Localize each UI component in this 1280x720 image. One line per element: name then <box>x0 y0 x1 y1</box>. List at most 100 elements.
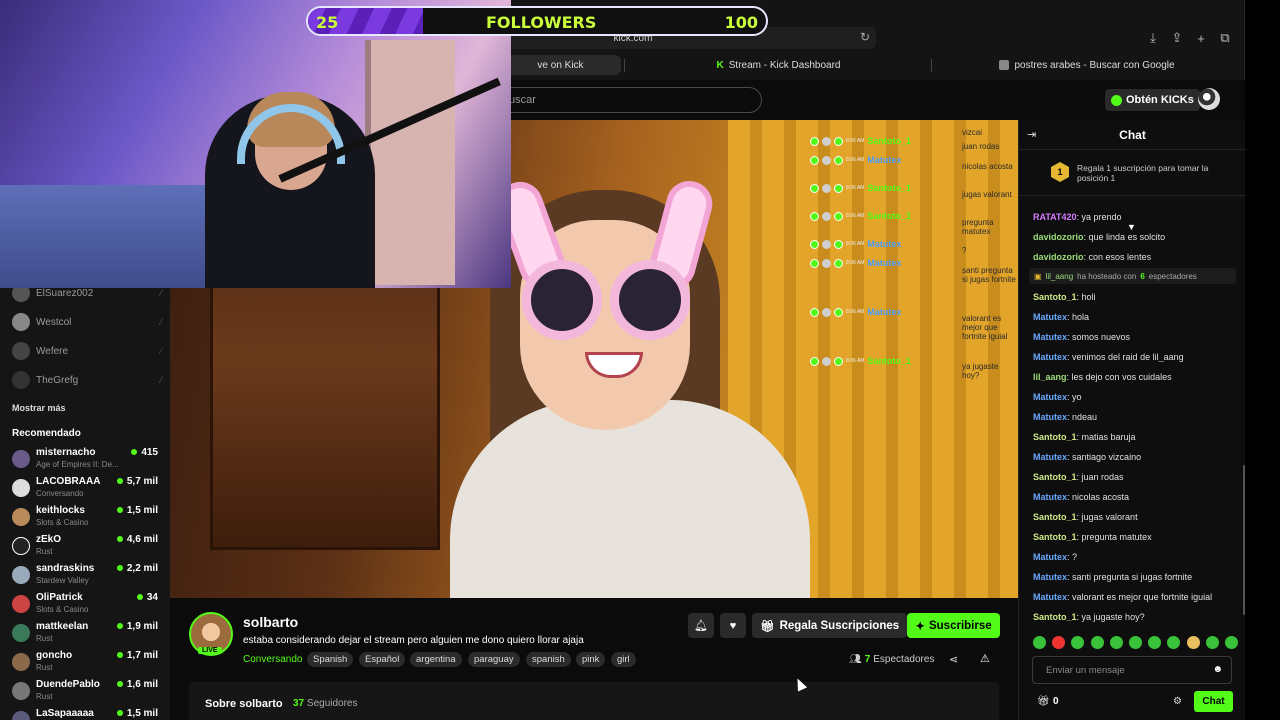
gift-subs-button[interactable]: 🎁︎ Regala Suscripciones <box>752 613 908 638</box>
stream-tag[interactable]: paraguay <box>468 652 520 667</box>
avatar <box>12 595 30 613</box>
chat-username[interactable]: Matutex <box>1033 352 1067 362</box>
emoji-icon[interactable]: ☻ <box>1212 664 1223 675</box>
emote-icon[interactable] <box>1052 636 1066 649</box>
viewer-count-label: Espectadores <box>873 654 935 665</box>
emote-icon[interactable] <box>1128 636 1142 649</box>
chat-username[interactable]: Matutex <box>1033 552 1067 562</box>
viewer-count-value: 2,2 mil <box>126 563 158 574</box>
badge-icon <box>810 239 819 249</box>
reload-icon[interactable]: ↻ <box>860 30 870 44</box>
user-avatar[interactable] <box>1198 88 1220 110</box>
gift-box-icon[interactable]: 🎁︎ <box>1037 696 1050 707</box>
tab-kick-dashboard[interactable]: K Stream - Kick Dashboard <box>627 55 930 75</box>
chat-username[interactable]: davidozorio <box>1033 232 1084 242</box>
sidebar-recommended-item[interactable]: mattkeelan Rust 1,9 mil <box>12 621 162 647</box>
chat-username[interactable]: Matutex <box>1033 452 1067 462</box>
viewer-count: 1,9 mil <box>116 621 158 632</box>
overlay-chat-message: ? <box>962 246 967 255</box>
avatar <box>822 183 831 193</box>
emote-icon[interactable] <box>1224 636 1238 649</box>
stream-tag[interactable]: argentina <box>410 652 462 667</box>
viewer-count-value: 7 <box>864 654 871 665</box>
emote-icon[interactable] <box>1186 636 1200 649</box>
emote-icon[interactable] <box>1205 636 1219 649</box>
tab-overview-icon[interactable]: ⧉ <box>1215 28 1235 48</box>
emote-icon[interactable] <box>1033 636 1046 649</box>
chat-username[interactable]: Matutex <box>1033 332 1067 342</box>
chat-message: Matutex: santi pregunta si jugas fortnit… <box>1033 572 1238 582</box>
tab-label: postres arabes - Buscar con Google <box>1014 59 1175 71</box>
chat-username[interactable]: Matutex <box>1033 392 1067 402</box>
chat-header: ⇥ Chat <box>1019 120 1246 150</box>
viewer-count-value: 1,9 mil <box>126 621 158 632</box>
chat-username[interactable]: Matutex <box>1033 592 1067 602</box>
chat-username[interactable]: Santoto_1 <box>1033 292 1077 302</box>
chat-input[interactable]: Enviar un mensaje ☻ <box>1032 656 1232 684</box>
channel-name: zEkO <box>36 534 62 545</box>
overlay-chat-row: 8:05 AM Santoto_1 <box>810 135 940 147</box>
chat-username[interactable]: Santoto_1 <box>1033 472 1077 482</box>
followers-count: 37 Seguidores <box>293 698 358 709</box>
emote-icon[interactable] <box>1071 636 1085 649</box>
stream-tag[interactable]: girl <box>611 652 636 667</box>
gear-icon[interactable]: ⚙ <box>1173 696 1182 707</box>
chat-username[interactable]: Santoto_1 <box>1033 512 1077 522</box>
sidebar-following-item[interactable]: Wefere ⁄ <box>12 341 162 361</box>
get-kicks-button[interactable]: Obtén KICKs <box>1105 89 1200 111</box>
sidebar-recommended-item[interactable]: sandraskins Stardew Valley 2,2 mil <box>12 563 162 589</box>
chat-username[interactable]: Matutex <box>1033 312 1067 322</box>
sidebar-recommended-item[interactable]: LaSapaaaaa 1,5 mil <box>12 708 162 720</box>
stream-tag[interactable]: Español <box>359 652 406 667</box>
sidebar-recommended-item[interactable]: keithlocks Slots & Casino 1,5 mil <box>12 505 162 531</box>
chat-username[interactable]: davidozorio <box>1033 252 1084 262</box>
chat-send-button[interactable]: Chat <box>1194 691 1233 712</box>
get-kicks-label: Obtén KICKs <box>1126 94 1194 106</box>
sidebar-following-item[interactable]: Westcol ⁄ <box>12 312 162 332</box>
sidebar-following-item[interactable]: TheGrefg ⁄ <box>12 370 162 390</box>
stream-tag[interactable]: Spanish <box>307 652 354 667</box>
chat-username[interactable]: Santoto_1 <box>1033 532 1077 542</box>
chat-username[interactable]: Santoto_1 <box>1033 612 1077 622</box>
sidebar-recommended-item[interactable]: goncho Rust 1,7 mil <box>12 650 162 676</box>
video-streamer-body <box>450 400 810 598</box>
sidebar-recommended-item[interactable]: LACOBRAAA Conversando 5,7 mil <box>12 476 162 502</box>
search-input[interactable]: uscar <box>480 87 762 113</box>
streamer-name[interactable]: solbarto <box>243 614 298 630</box>
emote-icon[interactable] <box>1109 636 1123 649</box>
tab-google-search[interactable]: postres arabes - Buscar con Google <box>934 55 1240 75</box>
pinned-icon[interactable]: ▼ <box>1127 222 1136 232</box>
emote-icon[interactable] <box>1148 636 1162 649</box>
subscribe-button[interactable]: ✦ Suscribirse <box>907 613 1000 638</box>
stream-tag[interactable]: pink <box>576 652 606 667</box>
emote-icon[interactable] <box>1167 636 1181 649</box>
video-overlay-chat: 8:05 AM Santoto_1 8:06 AM Matutex 8:06 A… <box>810 128 1018 388</box>
sidebar-recommended-item[interactable]: zEkO Rust 4,6 mil <box>12 534 162 560</box>
report-icon[interactable]: ⚠ <box>980 652 990 665</box>
chat-username[interactable]: Matutex <box>1033 492 1067 502</box>
sidebar-recommended-item[interactable]: misternacho Age of Empires II: De... 415 <box>12 447 162 473</box>
gift-leaderboard-promo[interactable]: 1 Regala 1 suscripción para tomar la pos… <box>1019 150 1246 232</box>
sunglasses-left-lens <box>522 260 602 340</box>
viewer-count: 2,2 mil <box>116 563 158 574</box>
chat-username[interactable]: Matutex <box>1033 572 1067 582</box>
sidebar-recommended-item[interactable]: DuendePablo Rust 1,6 mil <box>12 679 162 705</box>
new-tab-icon[interactable]: + <box>1191 28 1211 48</box>
stream-tag[interactable]: spanish <box>526 652 571 667</box>
sidebar-recommended-item[interactable]: OliPatrick Slots & Casino 34 <box>12 592 162 618</box>
chat-username[interactable]: Matutex <box>1033 412 1067 422</box>
share-icon[interactable]: ⋖ <box>949 653 958 666</box>
chat-username[interactable]: lil_aang <box>1033 372 1067 382</box>
tab-kick-live[interactable]: ve on Kick <box>500 55 621 75</box>
channel-name: Westcol <box>36 316 72 328</box>
follow-button[interactable]: ♥ <box>720 613 746 638</box>
chat-scrollbar[interactable] <box>1243 465 1245 615</box>
show-more-link[interactable]: Mostrar más <box>12 403 66 413</box>
notifications-button[interactable]: 🔔︎ <box>688 613 714 638</box>
chat-username[interactable]: RATAT420 <box>1033 212 1077 222</box>
share-icon[interactable]: ⇪ <box>1167 28 1187 48</box>
chat-username[interactable]: Santoto_1 <box>1033 432 1077 442</box>
emote-icon[interactable] <box>1090 636 1104 649</box>
download-icon[interactable]: ⤓ <box>1143 28 1163 48</box>
stream-category[interactable]: Conversando <box>243 654 302 665</box>
